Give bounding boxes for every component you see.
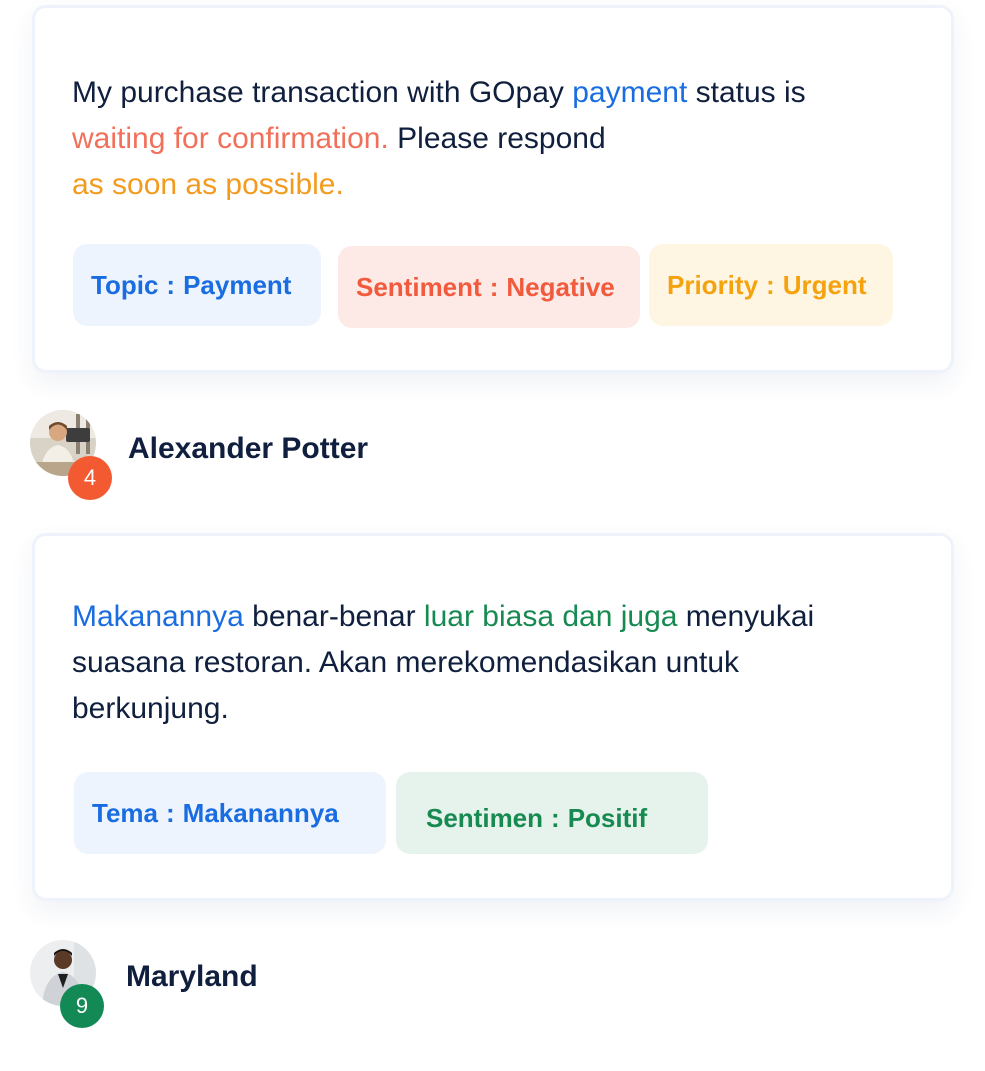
message-text: status is [687,76,806,109]
tag-key: Topic [91,269,159,300]
highlight-sentiment: luar biasa dan juga [423,600,678,633]
sentiment-tag[interactable]: Sentimen : Positif [396,772,708,854]
tag-separator: : [489,271,499,302]
sentiment-tag[interactable]: Sentiment : Negative [338,246,640,328]
highlight-topic: payment [572,76,688,109]
user-name: Alexander Potter [128,432,369,465]
notification-count-badge: 4 [68,456,112,500]
priority-tag[interactable]: Priority : Urgent [649,244,893,326]
review-card: Makanannya benar-benar luar biasa dan ju… [32,533,954,901]
review-card: My purchase transaction with GOpay payme… [32,5,954,373]
tag-key: Priority [667,269,759,300]
tag-value: Payment [183,269,292,300]
tag-value: Positif [567,802,648,833]
message-text: Please respond [388,122,606,155]
tag-separator: : [551,802,560,833]
message-text: benar-benar [243,600,424,633]
tag-key: Tema [92,797,158,828]
review-message: My purchase transaction with GOpay payme… [72,70,872,208]
tag-key: Sentiment [356,271,482,302]
topic-tag[interactable]: Topic : Payment [73,244,321,326]
review-message: Makanannya benar-benar luar biasa dan ju… [72,594,872,732]
highlight-sentiment: waiting for confirmation. [72,122,389,155]
tag-value: Negative [506,271,615,302]
tag-separator: : [166,269,176,300]
highlight-priority: as soon as possible. [72,168,344,201]
tag-key: Sentimen [426,802,544,833]
notification-count-badge: 9 [60,984,104,1028]
topic-tag[interactable]: Tema : Makanannya [74,772,386,854]
tag-separator: : [166,797,175,828]
tag-separator: : [766,269,775,300]
highlight-topic: Makanannya [72,600,244,633]
message-text: My purchase transaction with GOpay [72,76,573,109]
tag-value: Makanannya [182,797,339,828]
tag-value: Urgent [782,269,867,300]
user-name: Maryland [126,960,258,993]
